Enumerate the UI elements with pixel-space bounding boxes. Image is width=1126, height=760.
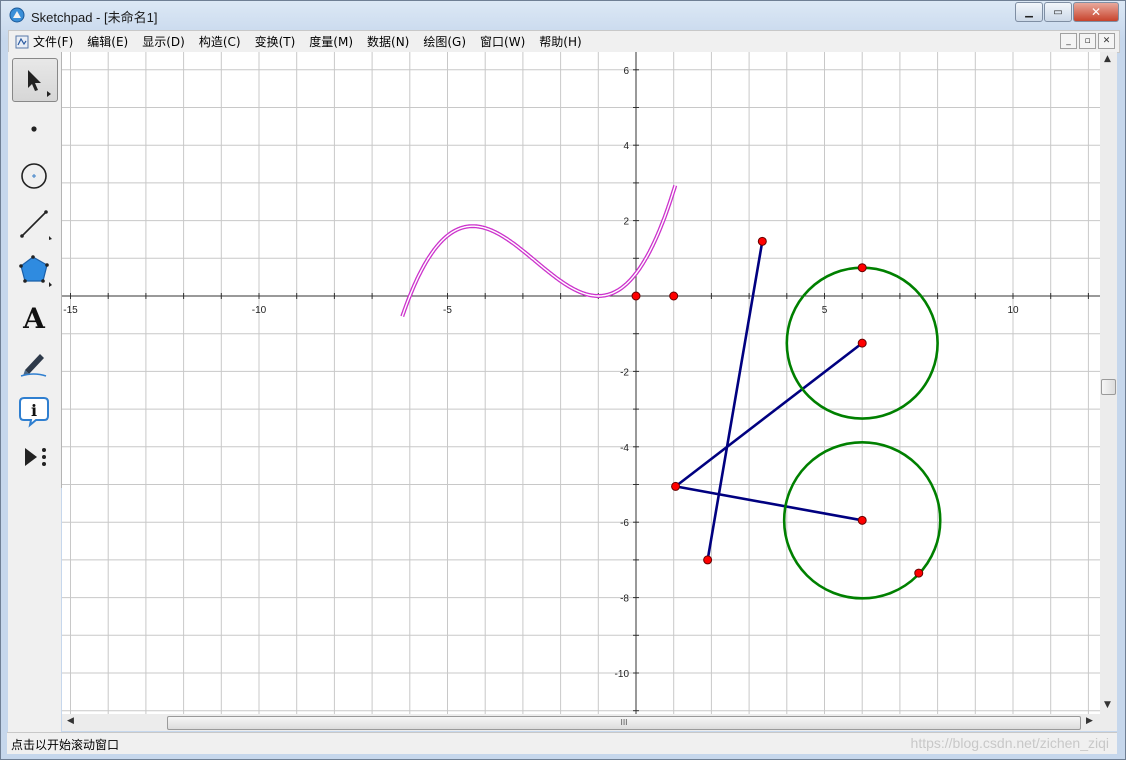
scroll-left-arrow-icon[interactable]: ◀ bbox=[67, 716, 74, 726]
marker-tool[interactable] bbox=[12, 342, 56, 384]
geometry-point[interactable] bbox=[757, 236, 767, 246]
straightedge-tool[interactable] bbox=[12, 201, 56, 243]
straightedge-icon bbox=[20, 210, 52, 240]
arrow-select-icon bbox=[28, 70, 51, 97]
horizontal-scrollbar[interactable]: ◀ III ▶ bbox=[62, 714, 1100, 731]
information-tool[interactable]: i bbox=[12, 389, 56, 431]
point-tool[interactable] bbox=[12, 105, 56, 147]
x-tick-label: -5 bbox=[443, 305, 452, 316]
y-tick-label: 4 bbox=[623, 141, 629, 152]
svg-text:A: A bbox=[22, 302, 46, 334]
y-tick-label: 6 bbox=[623, 66, 629, 77]
geometry-point[interactable] bbox=[857, 338, 867, 348]
x-tick-label: -10 bbox=[252, 305, 267, 316]
sketch-canvas[interactable]: -15 -10 -5 5 10 6 4 2 -2 -4 -6 -8 -10 bbox=[62, 52, 1100, 714]
geometry-point[interactable] bbox=[669, 291, 679, 301]
scroll-right-arrow-icon[interactable]: ▶ bbox=[1086, 716, 1093, 726]
geometry-point[interactable] bbox=[671, 481, 681, 491]
window-title: Sketchpad - [未命名1] bbox=[31, 10, 158, 25]
y-tick-label: -6 bbox=[620, 518, 629, 529]
segment-line bbox=[675, 485, 863, 522]
menu-window[interactable]: 窗口(W) bbox=[480, 33, 525, 50]
coordinate-graph[interactable]: -15 -10 -5 5 10 6 4 2 -2 -4 -6 -8 -10 bbox=[62, 52, 1100, 714]
svg-text:i: i bbox=[31, 401, 37, 420]
arrow-select-tool[interactable] bbox=[12, 58, 58, 102]
maximize-button[interactable]: ▭ bbox=[1044, 2, 1072, 22]
document-restore-button[interactable]: ▫ bbox=[1079, 33, 1096, 49]
scroll-down-arrow-icon[interactable]: ▼ bbox=[1104, 700, 1111, 710]
menu-graph[interactable]: 绘图(G) bbox=[423, 33, 466, 50]
vertical-scrollbar[interactable]: ▲ ▼ bbox=[1100, 52, 1117, 714]
geometry-point[interactable] bbox=[857, 515, 867, 525]
polygon-tool[interactable] bbox=[12, 248, 56, 290]
menu-file[interactable]: 文件(F) bbox=[33, 33, 73, 50]
status-text: 点击以开始滚动窗口 bbox=[11, 738, 120, 752]
minimize-button[interactable]: ▁ bbox=[1015, 2, 1043, 22]
toolbox: A i bbox=[8, 52, 62, 488]
menu-transform[interactable]: 变换(T) bbox=[255, 33, 296, 50]
menu-help[interactable]: 帮助(H) bbox=[539, 33, 581, 50]
scrollbar-corner bbox=[1100, 714, 1117, 731]
scroll-up-arrow-icon[interactable]: ▲ bbox=[1104, 54, 1111, 64]
menu-measure[interactable]: 度量(M) bbox=[309, 33, 353, 50]
y-tick-label: -10 bbox=[615, 669, 630, 680]
menu-edit[interactable]: 编辑(E) bbox=[87, 33, 128, 50]
compass-tool[interactable] bbox=[12, 153, 56, 195]
document-close-button[interactable]: ✕ bbox=[1098, 33, 1115, 49]
menu-display[interactable]: 显示(D) bbox=[142, 33, 185, 50]
segment-line bbox=[706, 241, 764, 561]
menu-data[interactable]: 数据(N) bbox=[367, 33, 409, 50]
x-tick-label: -15 bbox=[63, 305, 78, 316]
y-tick-label: -4 bbox=[620, 443, 629, 454]
watermark-text: https://blog.csdn.net/zichen_ziqi bbox=[910, 735, 1109, 751]
segment-line bbox=[674, 342, 863, 488]
geometry-point[interactable] bbox=[914, 568, 924, 578]
marker-icon bbox=[20, 354, 47, 377]
toolbox-empty-area bbox=[8, 488, 61, 732]
point-icon bbox=[31, 126, 37, 132]
document-minimize-button[interactable]: _ bbox=[1060, 33, 1077, 49]
geometry-point[interactable] bbox=[631, 291, 641, 301]
menu-construct[interactable]: 构造(C) bbox=[199, 33, 241, 50]
polygon-icon bbox=[19, 255, 52, 287]
y-tick-label: -2 bbox=[620, 367, 629, 378]
title-bar[interactable]: Sketchpad - [未命名1] ▁ ▭ ✕ bbox=[1, 1, 1125, 29]
document-icon[interactable] bbox=[15, 35, 29, 49]
close-button[interactable]: ✕ bbox=[1073, 2, 1119, 22]
y-tick-label: 2 bbox=[623, 217, 629, 228]
x-tick-label: 10 bbox=[1007, 305, 1019, 316]
custom-tool[interactable] bbox=[12, 436, 56, 478]
geometry-point[interactable] bbox=[857, 263, 867, 273]
compass-circle-icon bbox=[21, 163, 47, 189]
text-tool-icon: A bbox=[22, 302, 46, 334]
y-tick-label: -8 bbox=[620, 594, 629, 605]
horizontal-scroll-thumb[interactable]: III bbox=[167, 716, 1081, 730]
menu-bar: 文件(F) 编辑(E) 显示(D) 构造(C) 变换(T) 度量(M) 数据(N… bbox=[8, 30, 1120, 53]
vertical-scroll-thumb[interactable] bbox=[1101, 379, 1116, 395]
information-icon: i bbox=[19, 397, 49, 428]
sketchpad-app-icon bbox=[9, 7, 25, 23]
geometry-point[interactable] bbox=[703, 555, 713, 565]
text-tool[interactable]: A bbox=[12, 295, 56, 337]
x-tick-label: 5 bbox=[822, 305, 828, 316]
status-bar: 点击以开始滚动窗口 https://blog.csdn.net/zichen_z… bbox=[7, 732, 1117, 754]
custom-tool-icon bbox=[25, 448, 46, 466]
